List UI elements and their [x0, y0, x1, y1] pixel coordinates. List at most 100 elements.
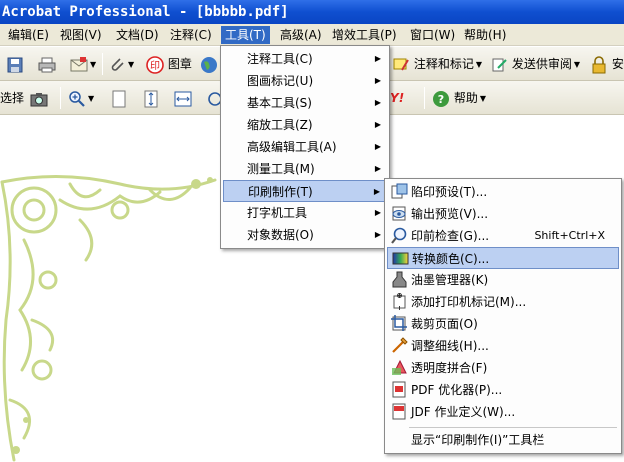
menu-edit[interactable]: 编辑(E)	[4, 26, 53, 44]
menu-advanced[interactable]: 高级(A)	[276, 26, 326, 44]
tools-menu-item-object-data[interactable]: 对象数据(O) ▶	[223, 224, 387, 246]
menu-divider	[409, 427, 617, 428]
save-button[interactable]	[6, 54, 24, 74]
chevron-right-icon: ▶	[373, 187, 380, 196]
submenu-item-output-preview[interactable]: 输出预览(V)...	[387, 203, 619, 225]
submenu-item-crop-pages[interactable]: 裁剪页面(O)	[387, 313, 619, 335]
comment-markup-label: 注释和标记	[413, 57, 474, 71]
submenu-item-printer-marks[interactable]: 添加打印机标记(M)...	[387, 291, 619, 313]
toolbar-separator	[60, 87, 61, 109]
menu-plugins[interactable]: 增效工具(P)	[328, 26, 401, 44]
fit-width-button[interactable]	[174, 88, 192, 108]
stamp-label: 图章	[167, 57, 192, 71]
web-button[interactable]	[200, 54, 218, 74]
security-label: 安全	[611, 57, 624, 71]
save-icon	[7, 57, 23, 72]
paperclip-icon	[111, 57, 124, 71]
toolbar-separator	[424, 87, 425, 109]
menu-bar: 编辑(E) 视图(V) 文档(D) 注释(C) 工具(T) 高级(A) 增效工具…	[0, 24, 624, 46]
zoom-button[interactable]: ▼	[68, 88, 94, 108]
menu-document[interactable]: 文档(D)	[112, 26, 163, 44]
print-production-submenu: 陷印预设(T)... 输出预览(V)... 印前检查(G)... Shift+C…	[384, 178, 622, 454]
tools-menu-item-drawing-markups[interactable]: 图画标记(U) ▶	[223, 70, 387, 92]
tools-menu-item-typewriter[interactable]: 打字机工具 ▶	[223, 202, 387, 224]
page-icon	[112, 90, 126, 107]
snapshot-button[interactable]	[30, 88, 48, 108]
fit-width-icon	[174, 91, 192, 106]
transparency-flattening-icon	[392, 359, 407, 375]
tools-menu-item-comment-tools[interactable]: 注释工具(C) ▶	[223, 48, 387, 70]
pdf-optimizer-icon	[392, 381, 406, 398]
camera-icon	[30, 92, 48, 106]
send-review-button[interactable]: 发送供审阅 ▼	[490, 54, 580, 74]
ink-manager-icon	[392, 271, 407, 288]
fit-page-icon	[144, 90, 158, 107]
menu-window[interactable]: 窗口(W)	[406, 26, 459, 44]
comment-markup-icon	[393, 58, 409, 71]
fix-hairlines-icon	[392, 337, 408, 353]
chevron-right-icon: ▶	[374, 54, 381, 63]
submenu-item-trap-presets[interactable]: 陷印预设(T)...	[387, 181, 619, 203]
submenu-item-jdf-job-definitions[interactable]: JDF 作业定义(W)...	[387, 401, 619, 423]
zoom-in-icon	[69, 90, 85, 107]
tools-menu-item-basic-tools[interactable]: 基本工具(S) ▶	[223, 92, 387, 114]
envelope-icon	[70, 56, 88, 71]
submenu-item-pdf-optimizer[interactable]: PDF 优化器(P)...	[387, 379, 619, 401]
tools-menu-item-print-production[interactable]: 印刷制作(T) ▶	[223, 180, 387, 202]
submenu-item-preflight[interactable]: 印前检查(G)... Shift+Ctrl+X	[387, 225, 619, 247]
trap-presets-icon	[391, 183, 408, 199]
chevron-down-icon: ▼	[90, 59, 97, 69]
chevron-right-icon: ▶	[374, 208, 381, 217]
submenu-item-fix-hairlines[interactable]: 调整细线(H)...	[387, 335, 619, 357]
fit-page-button[interactable]	[142, 88, 160, 108]
chevron-down-icon: ▼	[475, 59, 482, 69]
chevron-down-icon: ▼	[128, 59, 135, 69]
tools-menu-item-zoom-tools[interactable]: 缩放工具(Z) ▶	[223, 114, 387, 136]
preflight-icon	[391, 227, 407, 244]
help-label: 帮助	[453, 91, 478, 105]
submenu-item-ink-manager[interactable]: 油墨管理器(K)	[387, 269, 619, 291]
chevron-right-icon: ▶	[374, 230, 381, 239]
svg-text:印: 印	[150, 60, 160, 72]
yahoo-logo-icon: Y!	[390, 91, 405, 105]
submenu-item-convert-colors[interactable]: 转换颜色(C)...	[387, 247, 619, 269]
chevron-right-icon: ▶	[374, 120, 381, 129]
window-title: Acrobat Professional - [bbbbb.pdf]	[2, 4, 289, 20]
chevron-right-icon: ▶	[374, 98, 381, 107]
convert-colors-icon	[392, 252, 409, 265]
printer-icon	[38, 57, 56, 72]
output-preview-icon	[392, 206, 406, 221]
print-button[interactable]	[38, 54, 56, 74]
toolbar-separator	[102, 53, 103, 75]
security-button[interactable]: 安全	[590, 54, 624, 74]
toolbar-logo: Y!	[390, 88, 404, 108]
send-review-label: 发送供审阅	[511, 57, 572, 71]
menu-comments[interactable]: 注释(C)	[166, 26, 216, 44]
submenu-item-transparency-flattening[interactable]: 透明度拼合(F)	[387, 357, 619, 379]
lock-icon	[592, 55, 606, 73]
actual-size-button[interactable]	[110, 88, 128, 108]
chevron-right-icon: ▶	[374, 142, 381, 151]
comment-markup-button[interactable]: 注释和标记 ▼	[392, 54, 482, 74]
menu-help[interactable]: 帮助(H)	[460, 26, 510, 44]
help-icon: ?	[433, 90, 449, 107]
printer-marks-icon	[393, 293, 406, 310]
stamp-button[interactable]: 印 图章	[146, 54, 192, 74]
chevron-down-icon: ▼	[573, 59, 580, 69]
globe-icon	[201, 56, 217, 73]
window-title-bar: Acrobat Professional - [bbbbb.pdf]	[0, 0, 624, 24]
submenu-item-show-toolbar[interactable]: 显示“印刷制作(I)”工具栏	[387, 429, 619, 451]
stamp-icon: 印	[146, 55, 164, 74]
select-tool-button[interactable]: 选择	[0, 88, 24, 108]
chevron-right-icon: ▶	[374, 76, 381, 85]
tools-menu-item-advanced-editing[interactable]: 高级编辑工具(A) ▶	[223, 136, 387, 158]
help-button[interactable]: ? 帮助 ▼	[432, 88, 486, 108]
menu-view[interactable]: 视图(V)	[56, 26, 106, 44]
email-button[interactable]: ▼	[70, 54, 96, 74]
tools-menu-item-measuring[interactable]: 测量工具(M) ▶	[223, 158, 387, 180]
attach-button[interactable]: ▼	[108, 54, 134, 74]
chevron-right-icon: ▶	[374, 164, 381, 173]
chevron-down-icon: ▼	[88, 93, 95, 103]
menu-tools[interactable]: 工具(T)	[221, 26, 270, 44]
send-review-icon	[492, 58, 507, 71]
